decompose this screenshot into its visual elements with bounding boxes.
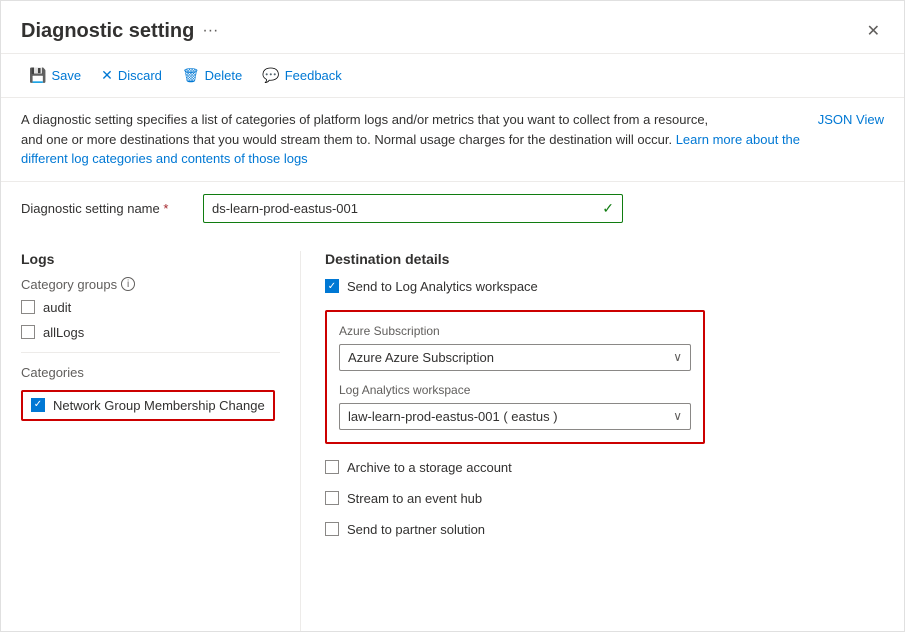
name-value: ds-learn-prod-eastus-001 [212,201,358,216]
destination-section: Destination details Send to Log Analytic… [301,251,884,632]
category-groups-info-icon[interactable]: i [121,277,135,291]
audit-label: audit [43,300,71,315]
form-area: Diagnostic setting name * ds-learn-prod-… [1,182,904,251]
alllogs-checkbox-row: allLogs [21,325,280,340]
azure-subscription-value: Azure Azure Subscription [348,350,494,365]
feedback-button[interactable]: 💬 Feedback [254,62,350,89]
feedback-label: Feedback [285,68,342,83]
stream-row: Stream to an event hub [325,491,884,506]
log-analytics-workspace-dropdown[interactable]: law-learn-prod-eastus-001 ( eastus ) ∨ [339,403,691,430]
azure-subscription-label: Azure Subscription [339,324,691,338]
log-analytics-checkbox[interactable] [325,279,339,293]
log-analytics-workspace-value: law-learn-prod-eastus-001 ( eastus ) [348,409,558,424]
delete-icon: 🗑 [182,67,200,84]
delete-button[interactable]: 🗑 Delete [174,62,250,89]
azure-subscription-arrow: ∨ [673,350,682,364]
dialog-ellipsis[interactable]: ··· [202,22,218,40]
archive-row: Archive to a storage account [325,460,884,475]
audit-checkbox[interactable] [21,300,35,314]
azure-subscription-dropdown[interactable]: Azure Azure Subscription ∨ [339,344,691,371]
main-content: Logs Category groups i audit allLogs Cat… [1,251,904,632]
name-input[interactable]: ds-learn-prod-eastus-001 ✓ [203,194,623,223]
dialog-title: Diagnostic setting [21,20,194,43]
archive-checkbox[interactable] [325,460,339,474]
archive-label: Archive to a storage account [347,460,512,475]
name-form-row: Diagnostic setting name * ds-learn-prod-… [21,194,884,223]
log-analytics-workspace-arrow: ∨ [673,409,682,423]
network-group-label: Network Group Membership Change [53,398,265,413]
partner-label: Send to partner solution [347,522,485,537]
description-line2: and one or more destinations that you wo… [21,132,672,147]
logs-title: Logs [21,251,280,267]
json-view-link[interactable]: JSON View [818,110,884,130]
stream-checkbox[interactable] [325,491,339,505]
log-analytics-row: Send to Log Analytics workspace [325,279,884,294]
dialog-header: Diagnostic setting ··· ✕ [1,1,904,54]
partner-row: Send to partner solution [325,522,884,537]
close-button[interactable]: ✕ [863,17,884,45]
stream-label: Stream to an event hub [347,491,482,506]
alllogs-checkbox[interactable] [21,325,35,339]
categories-label: Categories [21,365,280,380]
save-icon: 💾 [29,67,46,84]
azure-subscription-box: Azure Subscription Azure Azure Subscript… [325,310,705,444]
diagnostic-setting-dialog: Diagnostic setting ··· ✕ 💾 Save ✕ Discar… [0,0,905,632]
delete-label: Delete [205,68,243,83]
name-required: * [163,201,168,216]
discard-icon: ✕ [101,67,113,84]
toolbar: 💾 Save ✕ Discard 🗑 Delete 💬 Feedback [1,54,904,98]
description-line1: A diagnostic setting specifies a list of… [21,112,708,127]
name-label: Diagnostic setting name * [21,201,191,216]
audit-checkbox-row: audit [21,300,280,315]
description-text: A diagnostic setting specifies a list of… [21,110,802,169]
log-analytics-label: Send to Log Analytics workspace [347,279,538,294]
logs-section: Logs Category groups i audit allLogs Cat… [21,251,301,632]
save-label: Save [51,68,81,83]
description-area: A diagnostic setting specifies a list of… [1,98,904,182]
discard-button[interactable]: ✕ Discard [93,62,170,89]
discard-label: Discard [118,68,162,83]
network-group-box: Network Group Membership Change [21,390,275,421]
network-group-checkbox[interactable] [31,398,45,412]
valid-check-icon: ✓ [602,200,614,217]
destination-title: Destination details [325,251,884,267]
category-groups-label: Category groups i [21,277,280,292]
log-analytics-workspace-label: Log Analytics workspace [339,383,691,397]
partner-checkbox[interactable] [325,522,339,536]
title-area: Diagnostic setting ··· [21,20,218,43]
alllogs-label: allLogs [43,325,84,340]
feedback-icon: 💬 [262,67,279,84]
logs-divider [21,352,280,353]
save-button[interactable]: 💾 Save [21,62,89,89]
